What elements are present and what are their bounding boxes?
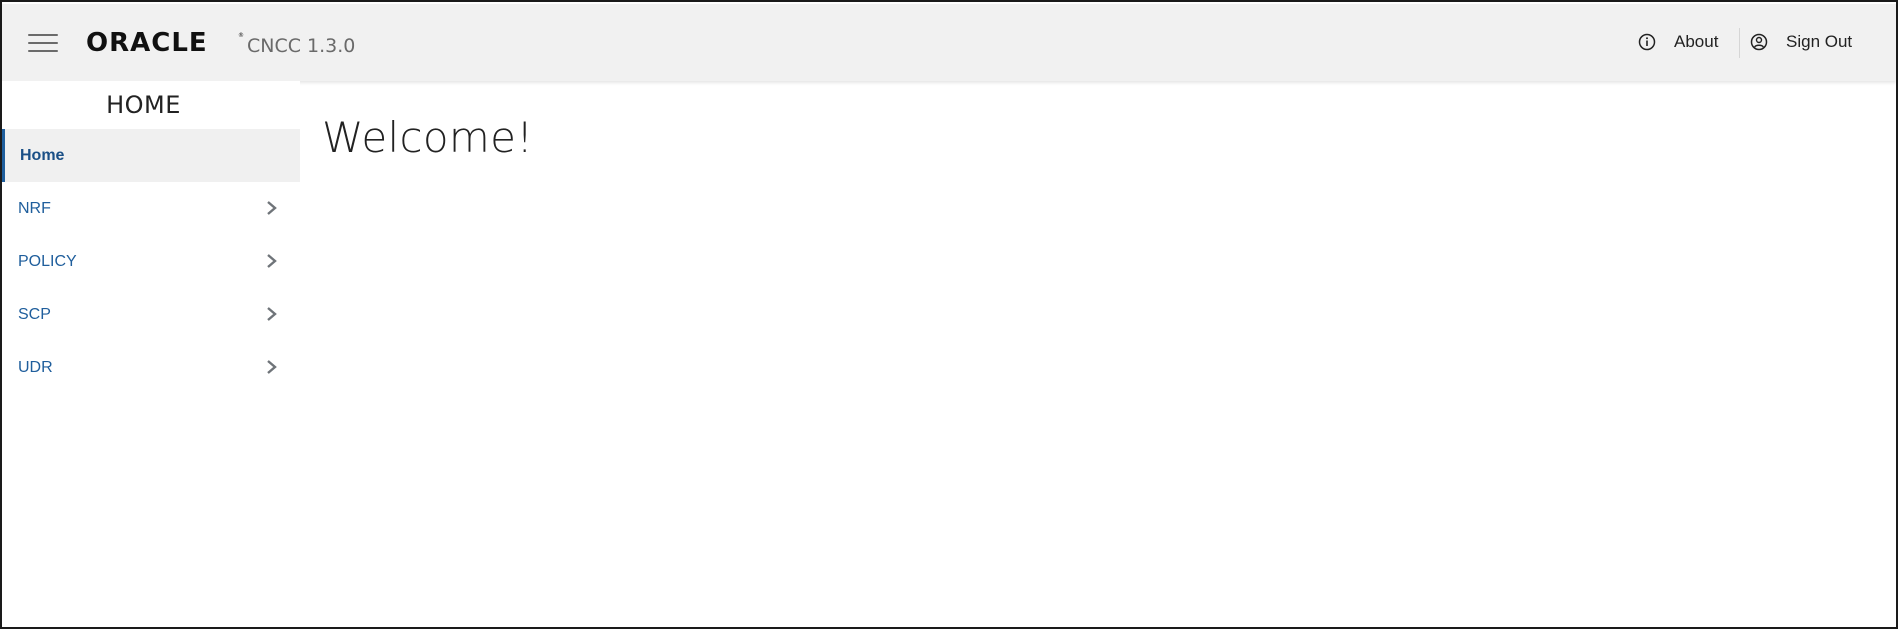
sidebar-item-label: SCP — [18, 305, 51, 323]
sidebar-item-label: POLICY — [18, 252, 77, 270]
sidebar-item-nrf[interactable]: NRF — [2, 182, 300, 235]
about-label: About — [1674, 32, 1719, 51]
sidebar-item-udr[interactable]: UDR — [2, 341, 300, 394]
sign-out-button[interactable]: Sign Out — [1750, 32, 1852, 52]
svg-text:®: ® — [238, 32, 244, 39]
sidebar-title: HOME — [106, 91, 181, 119]
user-circle-icon — [1750, 33, 1768, 51]
chevron-right-icon — [267, 254, 277, 268]
app-window: ORACLE ® CNCC 1.3.0 About Sign Out HOME — [0, 0, 1898, 629]
app-header: ORACLE ® CNCC 1.3.0 About Sign Out — [2, 2, 1896, 81]
app-version: CNCC 1.3.0 — [247, 35, 356, 57]
about-button[interactable]: About — [1638, 32, 1718, 52]
header-divider — [1739, 28, 1740, 58]
hamburger-menu-icon[interactable] — [28, 34, 58, 54]
sidebar-item-home[interactable]: Home — [2, 129, 300, 182]
sidebar-item-label: NRF — [18, 199, 51, 217]
chevron-right-icon — [267, 360, 277, 374]
sidebar-item-scp[interactable]: SCP — [2, 288, 300, 341]
oracle-logo: ORACLE ® — [86, 28, 244, 56]
chevron-right-icon — [267, 201, 277, 215]
info-icon — [1638, 33, 1656, 51]
svg-text:ORACLE: ORACLE — [86, 28, 208, 56]
sign-out-label: Sign Out — [1786, 32, 1853, 51]
sidebar-nav: HOME Home NRF POLICY SCP UDR — [2, 81, 300, 627]
sidebar-item-policy[interactable]: POLICY — [2, 235, 300, 288]
page-title: Welcome! — [322, 113, 534, 162]
chevron-right-icon — [267, 307, 277, 321]
sidebar-item-label: Home — [20, 146, 65, 164]
sidebar-item-label: UDR — [18, 358, 53, 376]
